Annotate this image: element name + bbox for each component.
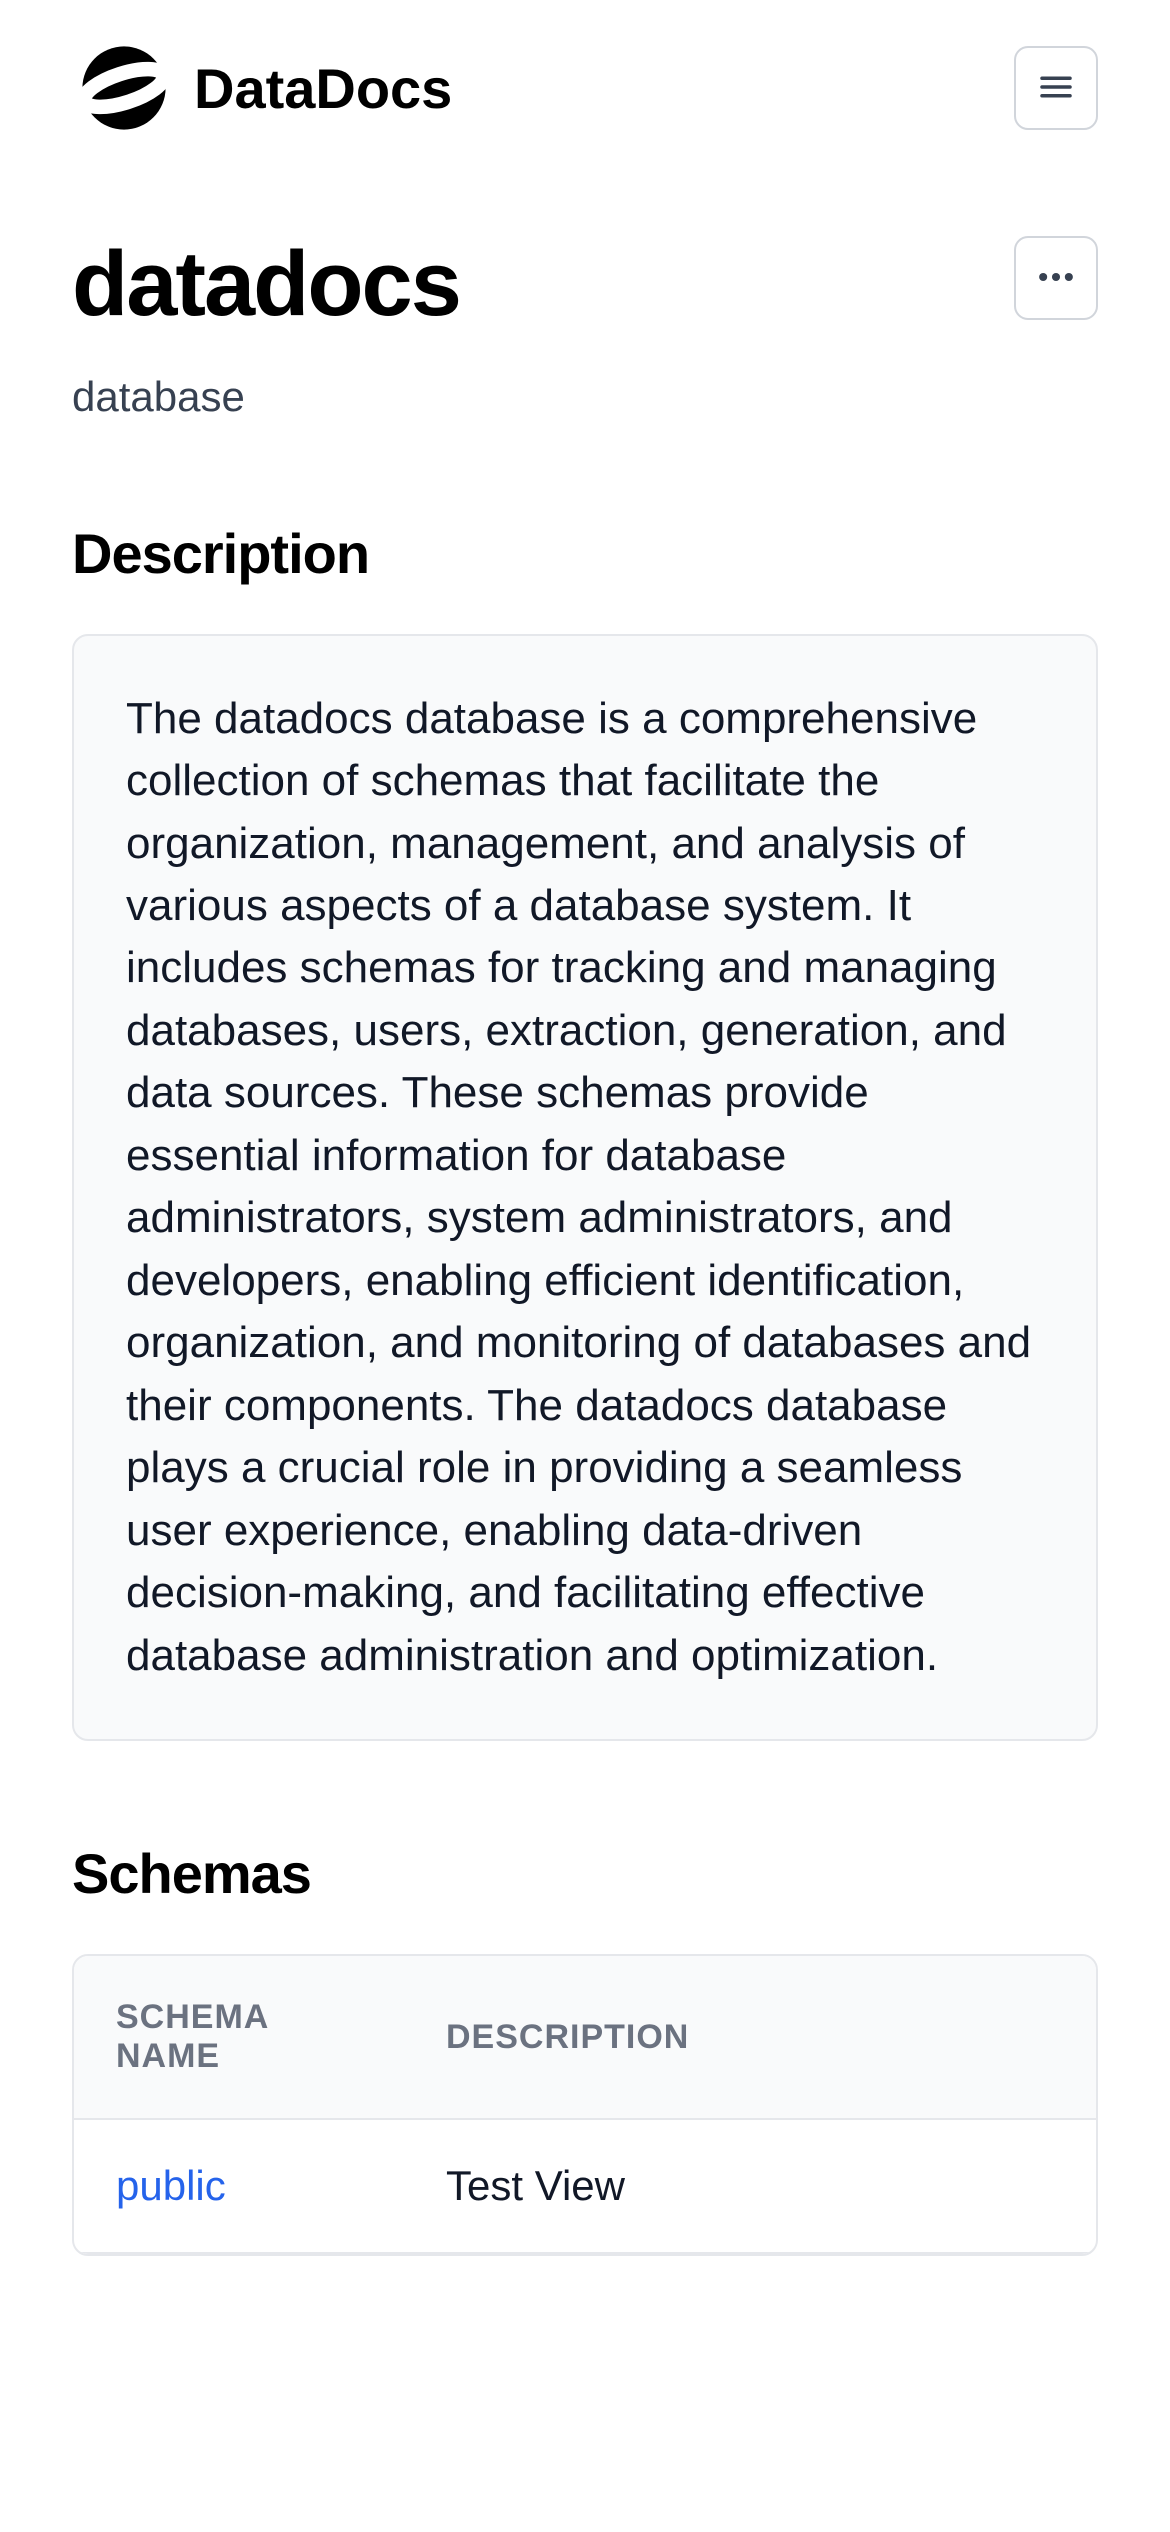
brand-name: DataDocs bbox=[194, 56, 452, 121]
page-title: datadocs bbox=[72, 236, 460, 333]
schema-link-public[interactable]: public bbox=[116, 2162, 226, 2209]
schema-description-cell: Test View bbox=[404, 2119, 1096, 2253]
brand-link[interactable]: DataDocs bbox=[72, 36, 452, 140]
column-header-schema-name: SCHEMA NAME bbox=[74, 1956, 404, 2119]
schemas-table: SCHEMA NAME DESCRIPTION public Test View bbox=[74, 1956, 1096, 2254]
description-box: The datadocs database is a comprehensive… bbox=[72, 634, 1098, 1742]
description-heading: Description bbox=[72, 521, 1098, 586]
schemas-heading: Schemas bbox=[72, 1841, 1098, 1906]
title-row: datadocs bbox=[72, 236, 1098, 333]
ellipsis-icon bbox=[1034, 255, 1078, 302]
hamburger-icon bbox=[1035, 66, 1077, 111]
more-actions-button[interactable] bbox=[1014, 236, 1098, 320]
app-header: DataDocs bbox=[0, 0, 1170, 176]
table-row: public Test View bbox=[74, 2119, 1096, 2253]
schemas-table-wrapper: SCHEMA NAME DESCRIPTION public Test View bbox=[72, 1954, 1098, 2256]
page-subtitle: database bbox=[72, 373, 1098, 421]
main-content: datadocs database Description The datado… bbox=[0, 176, 1170, 2256]
brand-logo-icon bbox=[72, 36, 176, 140]
description-text: The datadocs database is a comprehensive… bbox=[126, 688, 1044, 1688]
menu-button[interactable] bbox=[1014, 46, 1098, 130]
column-header-description: DESCRIPTION bbox=[404, 1956, 1096, 2119]
